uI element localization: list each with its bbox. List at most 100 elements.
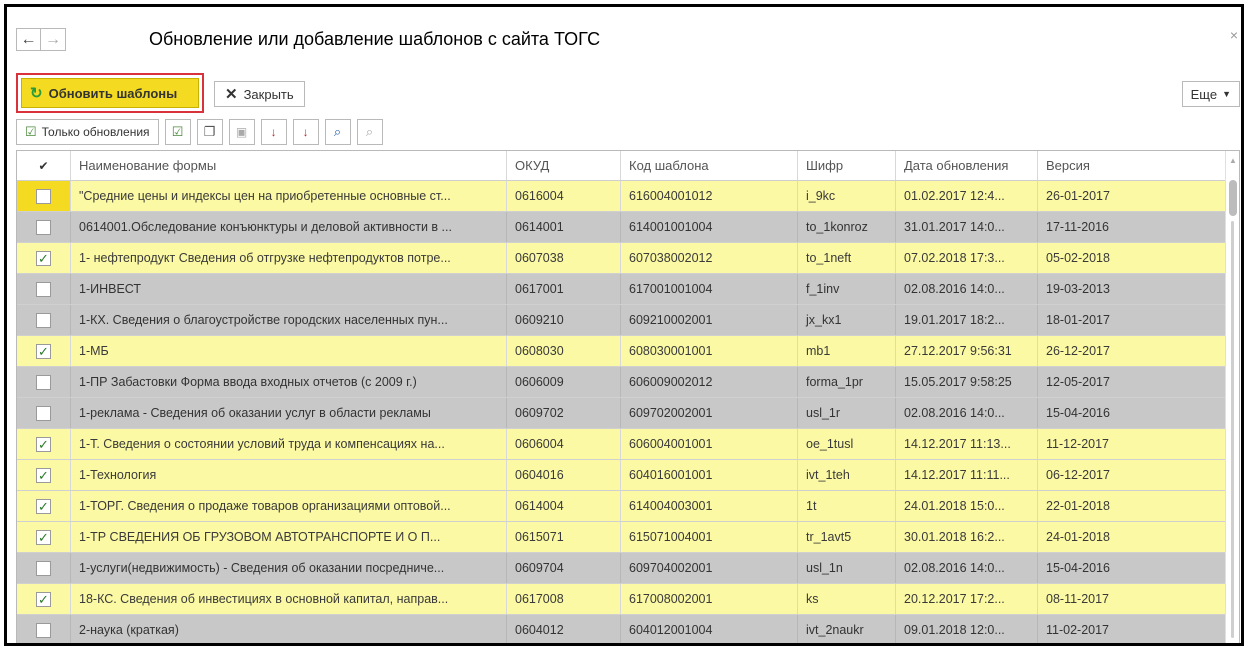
check-all-button[interactable]: ☑ xyxy=(164,119,191,145)
refresh-templates-button[interactable]: ↻ Обновить шаблоны xyxy=(21,78,199,108)
more-button-label: Еще xyxy=(1190,86,1218,102)
cell-code: 614001001004 xyxy=(621,212,798,242)
column-header-version[interactable]: Версия xyxy=(1038,151,1227,180)
cell-version: 22-01-2018 xyxy=(1046,499,1110,513)
cell-code: 608030001001 xyxy=(621,336,798,366)
checkmark-icon: ✓ xyxy=(38,498,49,514)
table-row[interactable]: ✓ 18-КС. Сведения об инвестициях в основн… xyxy=(17,584,1239,615)
table-row[interactable]: 1-реклама - Сведения об оказании услуг в… xyxy=(17,398,1239,429)
cell-date: 14.12.2017 11:13... xyxy=(896,429,1038,459)
row-checkbox[interactable] xyxy=(36,374,51,390)
checkmark-icon: ✓ xyxy=(38,467,49,483)
row-checkbox-cell: ✓ xyxy=(17,460,71,490)
scroll-thumb[interactable] xyxy=(1229,180,1237,216)
vertical-scrollbar[interactable]: ▲ xyxy=(1225,151,1239,643)
row-checkbox[interactable] xyxy=(36,622,51,638)
table-row[interactable]: ✓ 1-Т. Сведения о состоянии условий труда… xyxy=(17,429,1239,460)
row-checkbox-cell xyxy=(17,181,71,211)
cell-version: 05-02-2018 xyxy=(1046,251,1110,265)
table-row[interactable]: 1-ПР Забастовки Форма ввода входных отче… xyxy=(17,367,1239,398)
row-checkbox[interactable]: ✓ xyxy=(36,467,51,483)
updates-only-button[interactable]: ☑ Только обновления xyxy=(16,119,159,145)
cell-version: 26-12-2017 xyxy=(1046,344,1110,358)
table-row[interactable]: ✓ 1-Технология 0604016 604016001001 ivt_1teh… xyxy=(17,460,1239,491)
row-checkbox-cell: ✓ xyxy=(17,584,71,614)
templates-table: ✔ Наименование формы ОКУД Код шаблона Ши… xyxy=(16,150,1240,643)
cell-version: 11-12-2017 xyxy=(1046,437,1110,451)
row-checkbox[interactable]: ✓ xyxy=(36,591,51,607)
cell-version: 17-11-2016 xyxy=(1046,220,1110,234)
refresh-templates-label: Обновить шаблоны xyxy=(48,85,178,101)
more-button[interactable]: Еще ▼ xyxy=(1181,81,1240,107)
table-row[interactable]: ✓ 1- нефтепродукт Сведения об отгрузке не… xyxy=(17,243,1239,274)
row-checkbox[interactable] xyxy=(36,188,51,204)
filter-button[interactable]: ▣ xyxy=(228,119,255,145)
table-row[interactable]: 1-ИНВЕСТ 0617001 617001001004 f_1inv 02.08.2… xyxy=(17,274,1239,305)
sort-asc-icon: ↓ xyxy=(270,125,277,139)
close-button[interactable]: ✕ Закрыть xyxy=(214,81,305,107)
find-button[interactable]: ⌕ xyxy=(324,119,351,145)
history-nav: ← → xyxy=(16,28,66,51)
table-row[interactable]: 1-КХ. Сведения о благоустройстве городск… xyxy=(17,305,1239,336)
row-checkbox[interactable] xyxy=(36,312,51,328)
cell-date: 01.02.2017 12:4... xyxy=(896,181,1038,211)
table-row[interactable]: 0614001.Обследование конъюнктуры и делов… xyxy=(17,212,1239,243)
cell-cipher: tr_1avt5 xyxy=(798,522,896,552)
x-icon: ✕ xyxy=(225,86,238,103)
table-row[interactable]: ✓ 1-ТОРГ. Сведения о продаже товаров орга… xyxy=(17,491,1239,522)
command-bar: ↻ Обновить шаблоны ✕ Закрыть Еще ▼ xyxy=(16,73,1240,113)
uncheck-all-button[interactable]: ❐ xyxy=(196,119,223,145)
scroll-up-icon[interactable]: ▲ xyxy=(1229,156,1237,165)
cell-code: 615071004001 xyxy=(621,522,798,552)
cell-name: 1-ТР СВЕДЕНИЯ ОБ ГРУЗОВОМ АВТОТРАНСПОРТЕ… xyxy=(71,522,507,552)
table-row[interactable]: 1-услуги(недвижимость) - Сведения об ока… xyxy=(17,553,1239,584)
cell-cipher: jx_kx1 xyxy=(798,305,896,335)
sort-asc-button[interactable]: ↓ xyxy=(260,119,287,145)
row-checkbox[interactable]: ✓ xyxy=(36,498,51,514)
cell-name: 2-наука (краткая) xyxy=(71,615,507,643)
cell-name: 1-Т. Сведения о состоянии условий труда … xyxy=(71,429,507,459)
table-row[interactable]: 2-наука (краткая) 0604012 604012001004 ivt_… xyxy=(17,615,1239,643)
row-checkbox-cell xyxy=(17,398,71,428)
cell-okud: 0609704 xyxy=(507,553,621,583)
row-checkbox[interactable] xyxy=(36,560,51,576)
table-row[interactable]: ✓ 1-МБ 0608030 608030001001 mb1 27.12.2017 9:… xyxy=(17,336,1239,367)
close-icon[interactable]: × xyxy=(1230,27,1238,43)
cell-date: 27.12.2017 9:56:31 xyxy=(896,336,1038,366)
table-row[interactable]: ✓ 1-ТР СВЕДЕНИЯ ОБ ГРУЗОВОМ АВТОТРАНСПОРТ… xyxy=(17,522,1239,553)
cell-okud: 0608030 xyxy=(507,336,621,366)
cell-okud: 0606009 xyxy=(507,367,621,397)
row-checkbox-cell: ✓ xyxy=(17,429,71,459)
cell-okud: 0607038 xyxy=(507,243,621,273)
column-header-okud[interactable]: ОКУД xyxy=(507,151,621,180)
column-header-name[interactable]: Наименование формы xyxy=(71,151,507,180)
cancel-find-button[interactable]: ⌕ xyxy=(356,119,383,145)
cell-cipher: usl_1n xyxy=(798,553,896,583)
header-check[interactable]: ✔ xyxy=(17,151,71,180)
checkmark-icon: ✔ xyxy=(38,158,49,173)
sort-desc-button[interactable]: ↓ xyxy=(292,119,319,145)
cell-name: 1-КХ. Сведения о благоустройстве городск… xyxy=(71,305,507,335)
row-checkbox-cell: ✓ xyxy=(17,243,71,273)
row-checkbox[interactable] xyxy=(36,281,51,297)
column-header-cipher[interactable]: Шифр xyxy=(798,151,896,180)
cell-name: "Средние цены и индексы цен на приобрете… xyxy=(71,181,507,211)
row-checkbox[interactable] xyxy=(36,219,51,235)
forward-arrow-icon[interactable]: → xyxy=(41,28,66,51)
cell-version: 12-05-2017 xyxy=(1046,375,1110,389)
column-header-date[interactable]: Дата обновления xyxy=(896,151,1038,180)
column-header-code[interactable]: Код шаблона xyxy=(621,151,798,180)
row-checkbox[interactable]: ✓ xyxy=(36,436,51,452)
cell-version: 15-04-2016 xyxy=(1046,561,1110,575)
cell-code: 609210002001 xyxy=(621,305,798,335)
row-checkbox-cell xyxy=(17,212,71,242)
cell-name: 1- нефтепродукт Сведения об отгрузке неф… xyxy=(71,243,507,273)
scroll-track[interactable] xyxy=(1231,221,1234,638)
row-checkbox[interactable] xyxy=(36,405,51,421)
back-arrow-icon[interactable]: ← xyxy=(16,28,41,51)
table-row[interactable]: "Средние цены и индексы цен на приобрете… xyxy=(17,181,1239,212)
cell-code: 616004001012 xyxy=(621,181,798,211)
row-checkbox[interactable]: ✓ xyxy=(36,343,51,359)
row-checkbox[interactable]: ✓ xyxy=(36,250,51,266)
row-checkbox[interactable]: ✓ xyxy=(36,529,51,545)
